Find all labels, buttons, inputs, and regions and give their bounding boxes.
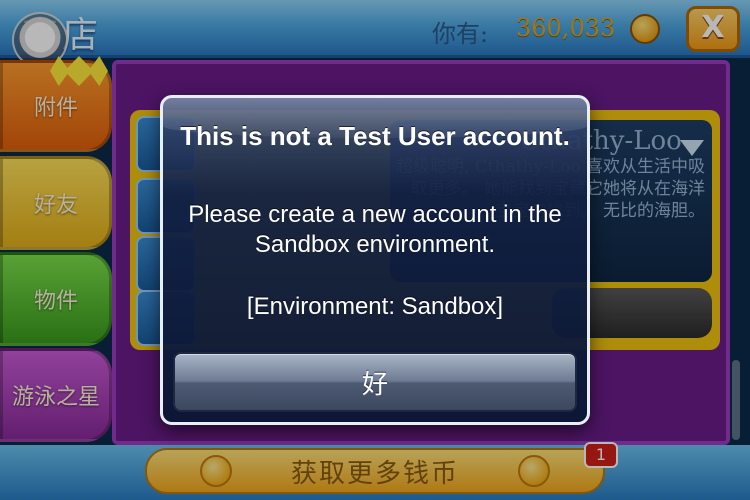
alert-environment: [Environment: Sandbox] (246, 293, 504, 320)
alert-title: This is not a Test User account. (180, 121, 570, 151)
alert-dialog: This is not a Test User account. Please … (160, 95, 590, 425)
alert-message: Please create a new account in the Sandb… (188, 201, 562, 258)
ok-button[interactable]: 好 (173, 352, 577, 412)
